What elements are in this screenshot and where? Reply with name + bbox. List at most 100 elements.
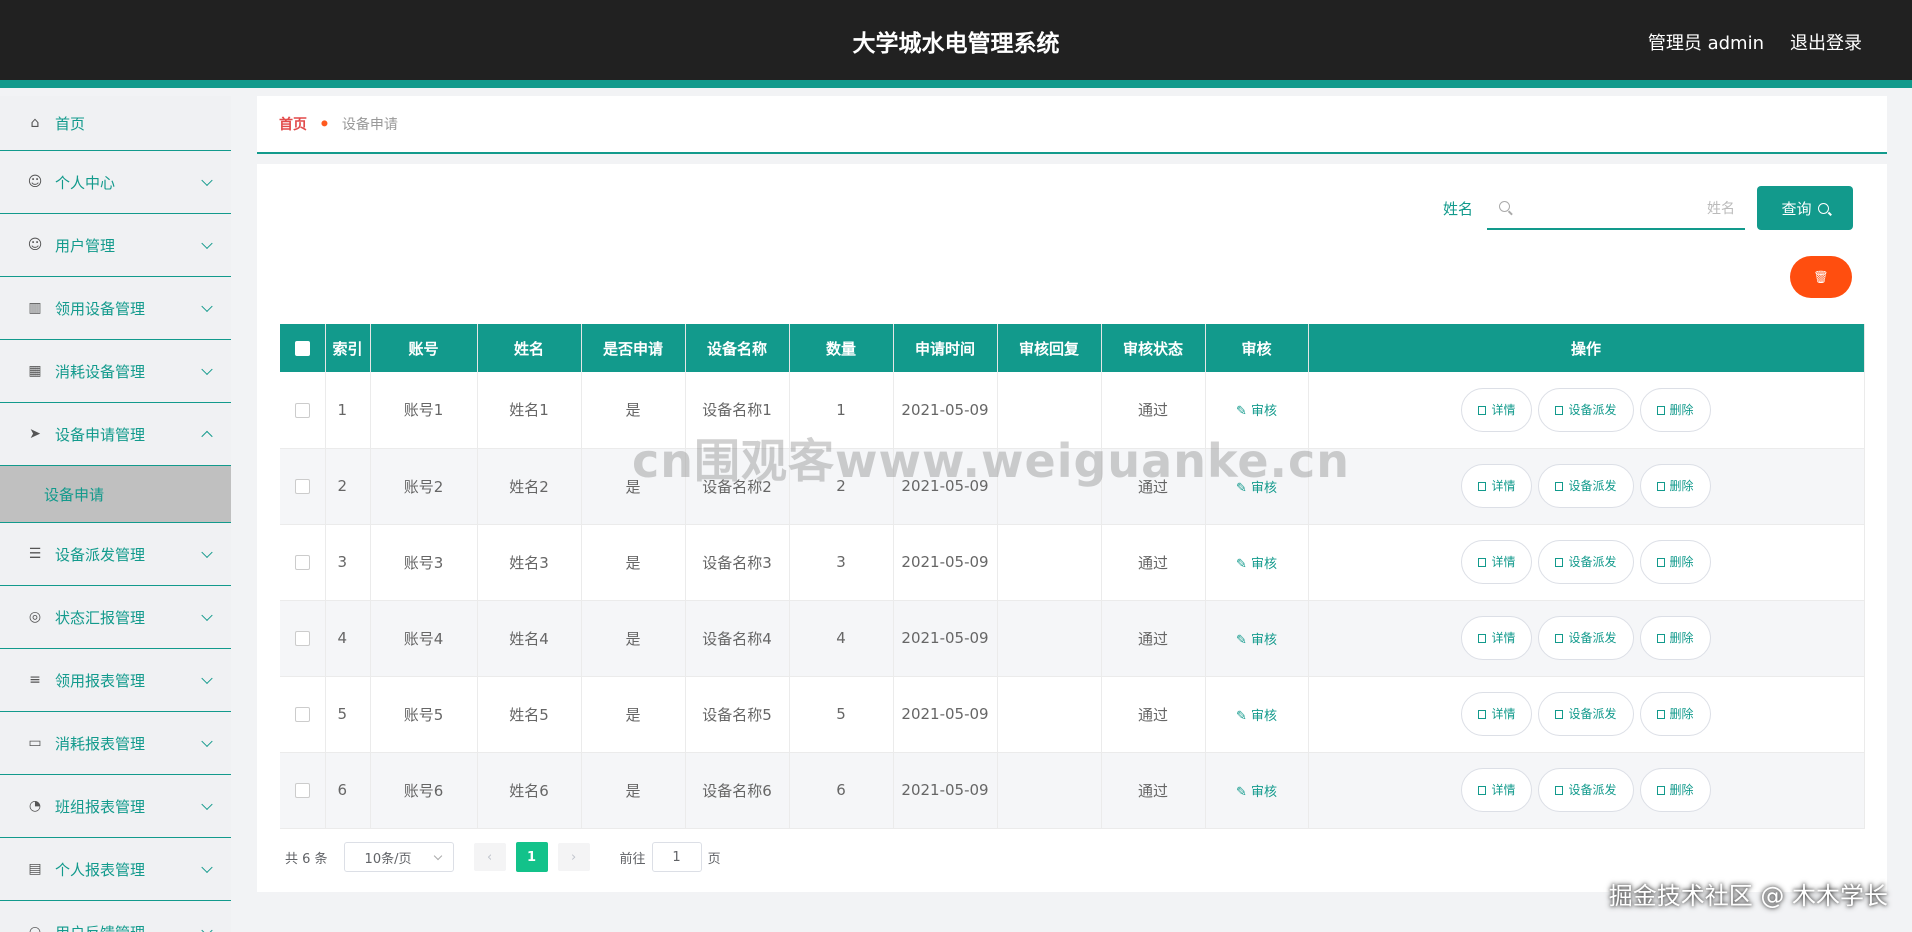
cell-qty: 6 xyxy=(789,752,894,829)
sidebar-item[interactable]: ➤ 设备申请管理 xyxy=(0,403,231,466)
home-icon: ⌂ xyxy=(30,115,40,131)
cell-actions: 详情 设备派发 删除 xyxy=(1308,600,1865,677)
breadcrumb-separator-icon: ⚫ xyxy=(319,116,330,132)
sidebar-item[interactable]: ○ 用户反馈管理 xyxy=(0,901,231,932)
delete-button[interactable]: 删除 xyxy=(1639,768,1711,812)
app-title: 大学城水电管理系统 xyxy=(852,31,1060,57)
audit-button[interactable]: ✎ 审核 xyxy=(1236,404,1277,419)
chevron-down-icon xyxy=(433,851,442,861)
chevron-down-icon xyxy=(201,672,213,685)
chevron-down-icon xyxy=(201,609,213,622)
audit-button[interactable]: ✎ 审核 xyxy=(1236,481,1277,496)
row-select-cell xyxy=(280,372,326,449)
detail-button[interactable]: 详情 xyxy=(1461,616,1533,660)
column-header: 设备名称 xyxy=(685,324,790,372)
batch-delete-button[interactable]: 🗑 xyxy=(1790,256,1852,298)
audit-button[interactable]: ✎ 审核 xyxy=(1236,785,1277,800)
sidebar-subitem-device-application[interactable]: 设备申请 xyxy=(0,466,231,523)
sidebar-item[interactable]: ▦ 消耗设备管理 xyxy=(0,340,231,403)
sidebar-item[interactable]: ▭ 消耗报表管理 xyxy=(0,712,231,775)
dispatch-button[interactable]: 设备派发 xyxy=(1538,540,1634,584)
row-checkbox[interactable] xyxy=(294,707,310,722)
detail-button[interactable]: 详情 xyxy=(1461,464,1533,508)
next-page-button[interactable]: › xyxy=(557,843,590,871)
audit-button[interactable]: ✎ 审核 xyxy=(1236,709,1277,724)
sidebar-item[interactable]: ⌂ 首页 xyxy=(0,96,231,151)
cell-device: 设备名称3 xyxy=(685,524,790,601)
sidebar-item[interactable]: ≡ 领用报表管理 xyxy=(0,649,231,712)
dispatch-button[interactable]: 设备派发 xyxy=(1538,768,1634,812)
cell-account: 账号3 xyxy=(370,524,478,601)
sidebar-item[interactable]: ◔ 班组报表管理 xyxy=(0,775,231,838)
cell-account: 账号4 xyxy=(370,600,478,677)
dispatch-button[interactable]: 设备派发 xyxy=(1538,464,1634,508)
cell-index: 1 xyxy=(325,372,371,449)
detail-button[interactable]: 详情 xyxy=(1461,540,1533,584)
trash-icon xyxy=(1656,786,1665,795)
sidebar-item-label: 个人报表管理 xyxy=(55,860,146,879)
search-input[interactable] xyxy=(1523,196,1735,222)
chevron-down-icon xyxy=(201,861,213,874)
query-button[interactable]: 查询 xyxy=(1757,186,1853,230)
document-icon xyxy=(1478,634,1487,643)
sidebar-item[interactable]: ☺ 用户管理 xyxy=(0,214,231,277)
cell-name: 姓名5 xyxy=(477,676,582,753)
dispatch-label: 设备派发 xyxy=(1568,707,1617,721)
breadcrumb-home-link[interactable]: 首页 xyxy=(279,114,307,134)
delete-button[interactable]: 删除 xyxy=(1639,387,1711,432)
row-select-cell xyxy=(280,448,326,525)
detail-button[interactable]: 详情 xyxy=(1461,692,1533,736)
row-checkbox[interactable] xyxy=(294,555,310,570)
cell-device: 设备名称1 xyxy=(685,372,790,449)
cell-applied: 是 xyxy=(581,448,686,525)
row-checkbox[interactable] xyxy=(294,631,310,646)
cell-qty: 4 xyxy=(789,600,894,677)
dispatch-button[interactable]: 设备派发 xyxy=(1538,692,1634,736)
sidebar-item[interactable]: ☺ 个人中心 xyxy=(0,151,231,214)
dispatch-button[interactable]: 设备派发 xyxy=(1538,387,1634,432)
detail-label: 详情 xyxy=(1491,783,1516,797)
page-size-select[interactable]: 10条/页 xyxy=(343,842,454,872)
logout-button[interactable]: 退出登录 xyxy=(1790,0,1862,88)
cell-status: 通过 xyxy=(1101,524,1206,601)
audit-label: 审核 xyxy=(1251,708,1278,724)
cell-actions: 详情 设备派发 删除 xyxy=(1308,448,1865,525)
search-field xyxy=(1487,188,1745,230)
delete-button[interactable]: 删除 xyxy=(1639,692,1711,736)
audit-label: 审核 xyxy=(1251,784,1278,800)
page-number-current[interactable]: 1 xyxy=(515,842,548,872)
row-checkbox[interactable] xyxy=(294,783,310,798)
row-checkbox[interactable] xyxy=(294,402,310,418)
cell-device: 设备名称5 xyxy=(685,676,790,753)
sidebar-item[interactable]: ☰ 设备派发管理 xyxy=(0,523,231,586)
goto-page-input[interactable] xyxy=(651,842,702,872)
delete-button[interactable]: 删除 xyxy=(1639,616,1711,660)
cell-date: 2021-05-09 xyxy=(893,676,998,753)
chevron-down-icon xyxy=(201,237,213,250)
row-checkbox[interactable] xyxy=(294,479,310,494)
cell-applied: 是 xyxy=(581,524,686,601)
detail-label: 详情 xyxy=(1491,707,1516,721)
chevron-down-icon xyxy=(201,300,213,313)
cell-audit: ✎ 审核 xyxy=(1205,600,1309,677)
audit-button[interactable]: ✎ 审核 xyxy=(1236,557,1277,572)
prev-page-button[interactable]: ‹ xyxy=(473,843,506,871)
sidebar-item[interactable]: ◎ 状态汇报管理 xyxy=(0,586,231,649)
delete-label: 删除 xyxy=(1669,402,1694,417)
audit-button[interactable]: ✎ 审核 xyxy=(1236,633,1277,648)
detail-button[interactable]: 详情 xyxy=(1461,387,1533,432)
cell-status: 通过 xyxy=(1101,752,1206,829)
breadcrumb: 首页 ⚫ 设备申请 xyxy=(257,96,1887,154)
select-all-checkbox[interactable] xyxy=(294,341,310,356)
cell-status: 通过 xyxy=(1101,372,1206,449)
search-label: 姓名 xyxy=(1443,200,1474,218)
sidebar-item[interactable]: ▤ 个人报表管理 xyxy=(0,838,231,901)
dispatch-label: 设备派发 xyxy=(1568,479,1617,493)
delete-button[interactable]: 删除 xyxy=(1639,464,1711,508)
trash-icon xyxy=(1656,710,1665,719)
detail-button[interactable]: 详情 xyxy=(1461,768,1533,812)
dispatch-button[interactable]: 设备派发 xyxy=(1538,616,1634,660)
sidebar-item[interactable]: ▥ 领用设备管理 xyxy=(0,277,231,340)
delete-button[interactable]: 删除 xyxy=(1639,540,1711,584)
user-icon: ☺ xyxy=(27,174,43,190)
